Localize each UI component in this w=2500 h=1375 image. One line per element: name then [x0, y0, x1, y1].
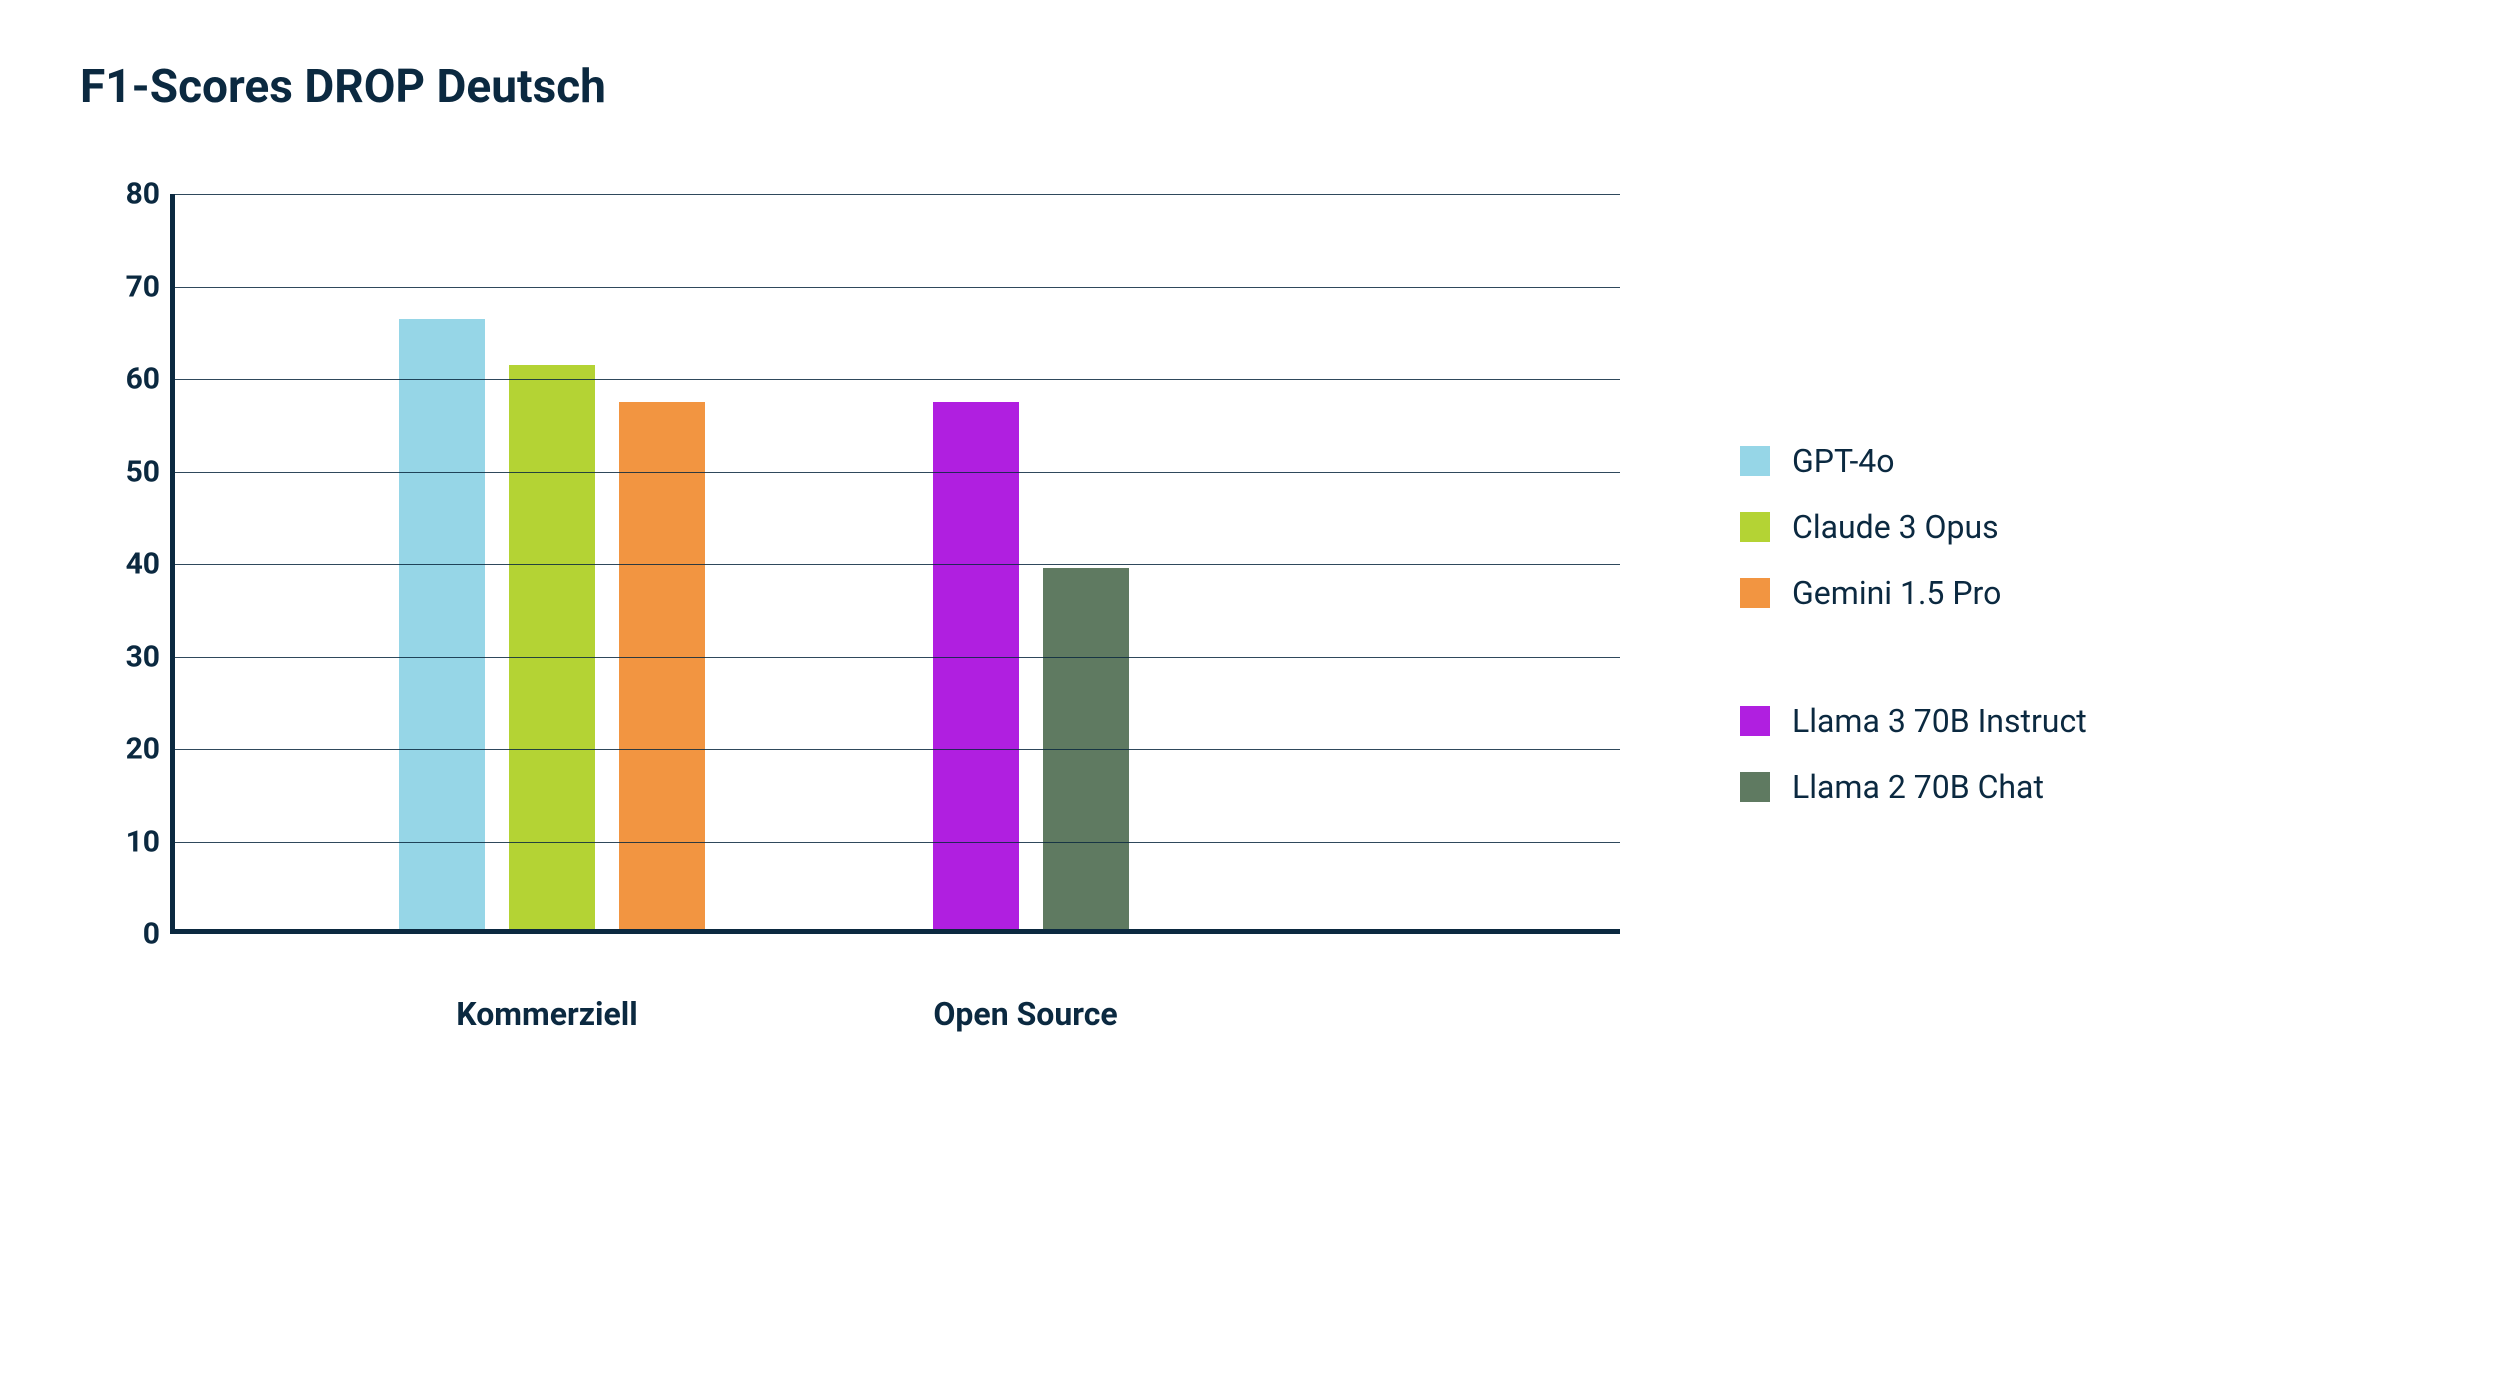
legend-item: Llama 2 70B Chat — [1740, 768, 2087, 806]
legend-swatch — [1740, 706, 1770, 736]
bar — [933, 402, 1019, 929]
legend-label: GPT-4o — [1792, 442, 1895, 480]
legend-item: GPT-4o — [1740, 442, 2087, 480]
bars-layer — [175, 194, 1620, 929]
y-tick-label: 50 — [80, 454, 160, 489]
legend-group: Llama 3 70B Instruct Llama 2 70B Chat — [1740, 702, 2087, 806]
legend-swatch — [1740, 578, 1770, 608]
y-tick-label: 80 — [80, 177, 160, 212]
legend-label: Llama 3 70B Instruct — [1792, 702, 2087, 740]
legend-group: GPT-4o Claude 3 Opus Gemini 1.5 Pro — [1740, 442, 2087, 612]
plot: 01020304050607080KommerziellOpen Source — [80, 194, 1620, 1054]
legend-swatch — [1740, 772, 1770, 802]
x-category-label: Kommerziell — [347, 974, 747, 1054]
chart-title: F1-Scores DROP Deutsch — [80, 60, 2420, 114]
legend-swatch — [1740, 446, 1770, 476]
legend-swatch — [1740, 512, 1770, 542]
y-tick-label: 70 — [80, 269, 160, 304]
gridline — [175, 472, 1620, 473]
y-tick-label: 40 — [80, 547, 160, 582]
plot-area — [170, 194, 1620, 934]
legend-item: Gemini 1.5 Pro — [1740, 574, 2087, 612]
legend-item: Llama 3 70B Instruct — [1740, 702, 2087, 740]
legend-label: Gemini 1.5 Pro — [1792, 574, 2001, 612]
bar — [619, 402, 705, 929]
gridline — [175, 842, 1620, 843]
legend-label: Llama 2 70B Chat — [1792, 768, 2044, 806]
bar — [509, 365, 595, 929]
gridline — [175, 379, 1620, 380]
y-tick-label: 20 — [80, 732, 160, 767]
gridline — [175, 749, 1620, 750]
gridline — [175, 657, 1620, 658]
chart-container: 01020304050607080KommerziellOpen Source … — [80, 194, 2420, 1054]
y-tick-label: 0 — [80, 917, 160, 952]
y-tick-label: 30 — [80, 639, 160, 674]
legend-label: Claude 3 Opus — [1792, 508, 1999, 546]
gridline — [175, 287, 1620, 288]
gridline — [175, 564, 1620, 565]
legend: GPT-4o Claude 3 Opus Gemini 1.5 Pro Llama 3… — [1740, 414, 2087, 834]
gridline — [175, 194, 1620, 195]
legend-item: Claude 3 Opus — [1740, 508, 2087, 546]
y-tick-label: 10 — [80, 824, 160, 859]
x-category-label: Open Source — [826, 974, 1226, 1054]
y-tick-label: 60 — [80, 362, 160, 397]
bar — [399, 319, 485, 930]
